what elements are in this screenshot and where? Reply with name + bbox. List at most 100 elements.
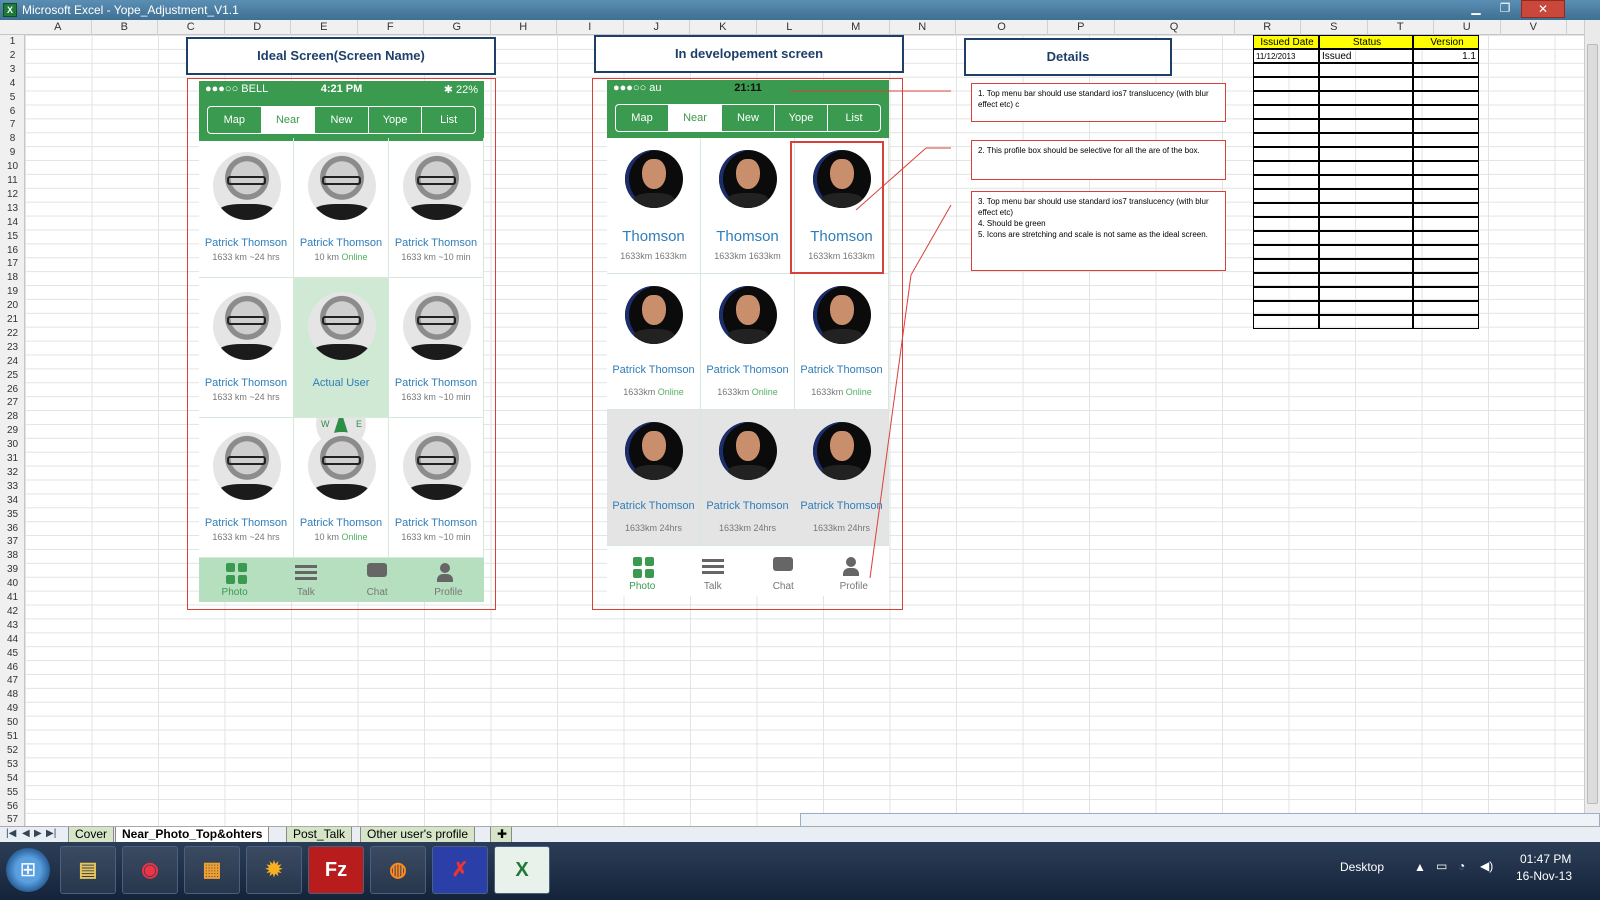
profile-cell[interactable]: Thomson 1633km 1633km bbox=[701, 138, 795, 274]
issue-table-empty-cell[interactable] bbox=[1253, 119, 1319, 133]
issue-table-empty-cell[interactable] bbox=[1319, 245, 1413, 259]
issue-table-empty-cell[interactable] bbox=[1413, 77, 1479, 91]
row-header[interactable]: 32 bbox=[0, 466, 25, 480]
profile-cell[interactable]: Patrick Thomson 1633 km ~10 min bbox=[389, 138, 484, 278]
column-header[interactable]: T bbox=[1368, 20, 1434, 35]
issue-table-empty-cell[interactable] bbox=[1319, 301, 1413, 315]
row-header[interactable]: 18 bbox=[0, 271, 25, 285]
column-header[interactable]: U bbox=[1434, 20, 1501, 35]
first-sheet-arrow-icon[interactable]: |◀ bbox=[6, 828, 16, 839]
column-header[interactable]: L bbox=[757, 20, 823, 35]
row-header[interactable]: 29 bbox=[0, 424, 25, 438]
profile-cell[interactable]: Patrick Thomson 1633km Online bbox=[701, 274, 795, 410]
row-header[interactable]: 40 bbox=[0, 577, 25, 591]
apps-grid-icon[interactable]: ▦ bbox=[184, 846, 240, 894]
segment-tab-map[interactable]: Map bbox=[616, 105, 669, 131]
issue-table-empty-cell[interactable] bbox=[1253, 77, 1319, 91]
issue-table-empty-cell[interactable] bbox=[1319, 133, 1413, 147]
segment-tab-near[interactable]: Near bbox=[669, 105, 722, 131]
issue-table-empty-cell[interactable] bbox=[1253, 217, 1319, 231]
row-header[interactable]: 30 bbox=[0, 438, 25, 452]
row-header[interactable]: 41 bbox=[0, 591, 25, 605]
row-header[interactable]: 1 bbox=[0, 35, 25, 49]
row-header[interactable]: 37 bbox=[0, 535, 25, 549]
segment-tab-yope[interactable]: Yope bbox=[775, 105, 828, 131]
issue-table-empty-cell[interactable] bbox=[1413, 63, 1479, 77]
issue-table-empty-cell[interactable] bbox=[1413, 315, 1479, 329]
issue-table-empty-cell[interactable] bbox=[1319, 161, 1413, 175]
issue-table-empty-cell[interactable] bbox=[1413, 119, 1479, 133]
issue-table-empty-cell[interactable] bbox=[1413, 203, 1479, 217]
row-header[interactable]: 24 bbox=[0, 355, 25, 369]
issue-table-cell[interactable]: 11/12/2013 bbox=[1253, 49, 1319, 63]
network-icon[interactable]: ▭ bbox=[1436, 859, 1447, 873]
row-header[interactable]: 17 bbox=[0, 257, 25, 271]
issue-table-empty-cell[interactable] bbox=[1413, 245, 1479, 259]
issue-table-empty-cell[interactable] bbox=[1413, 231, 1479, 245]
issue-table-cell[interactable]: Issued bbox=[1319, 49, 1413, 63]
row-header[interactable]: 54 bbox=[0, 772, 25, 786]
close-button[interactable]: ✕ bbox=[1521, 0, 1565, 18]
row-header[interactable]: 9 bbox=[0, 146, 25, 160]
bottom-tab-profile[interactable]: Profile bbox=[819, 552, 890, 596]
row-header[interactable]: 52 bbox=[0, 744, 25, 758]
row-header[interactable]: 45 bbox=[0, 647, 25, 661]
row-header[interactable]: 49 bbox=[0, 702, 25, 716]
volume-icon[interactable]: ◀) bbox=[1480, 859, 1493, 873]
sheet-tab-post-talk[interactable]: Post_Talk bbox=[286, 827, 353, 843]
issue-table-empty-cell[interactable] bbox=[1413, 217, 1479, 231]
profile-cell[interactable]: Patrick Thomson 1633 km ~24 hrs bbox=[199, 278, 294, 418]
row-header[interactable]: 56 bbox=[0, 800, 25, 814]
desktop-toolbar-label[interactable]: Desktop bbox=[1340, 860, 1384, 874]
column-header[interactable]: J bbox=[624, 20, 690, 35]
issue-table-empty-cell[interactable] bbox=[1253, 203, 1319, 217]
row-header[interactable]: 4 bbox=[0, 77, 25, 91]
row-header[interactable]: 7 bbox=[0, 118, 25, 132]
profile-cell[interactable]: Patrick Thomson 1633km Online bbox=[795, 274, 889, 410]
row-header[interactable]: 35 bbox=[0, 508, 25, 522]
column-header[interactable]: E bbox=[291, 20, 358, 35]
bottom-tab-talk[interactable]: Talk bbox=[270, 558, 341, 602]
row-header[interactable]: 47 bbox=[0, 674, 25, 688]
issue-table-empty-cell[interactable] bbox=[1253, 189, 1319, 203]
segment-tab-near[interactable]: Near bbox=[261, 107, 316, 133]
sheet-tab-near-photo[interactable]: Near_Photo_Top&ohters bbox=[115, 827, 270, 843]
column-header[interactable]: P bbox=[1048, 20, 1115, 35]
row-header[interactable]: 5 bbox=[0, 91, 25, 105]
tray-up-arrow-icon[interactable]: ▲ bbox=[1414, 860, 1426, 874]
column-header[interactable]: Q bbox=[1115, 20, 1235, 35]
issue-table-empty-cell[interactable] bbox=[1319, 63, 1413, 77]
row-header[interactable]: 39 bbox=[0, 563, 25, 577]
bottom-tab-talk[interactable]: Talk bbox=[678, 552, 749, 596]
column-header[interactable]: B bbox=[92, 20, 158, 35]
sheet-tab-cover[interactable]: Cover bbox=[68, 827, 115, 843]
issue-table-empty-cell[interactable] bbox=[1253, 259, 1319, 273]
segment-tab-list[interactable]: List bbox=[422, 107, 475, 133]
column-header[interactable]: N bbox=[890, 20, 956, 35]
minimize-button[interactable]: ▁ bbox=[1463, 0, 1489, 18]
row-header[interactable]: 44 bbox=[0, 633, 25, 647]
issue-table-empty-cell[interactable] bbox=[1319, 231, 1413, 245]
segment-tab-list[interactable]: List bbox=[828, 105, 880, 131]
column-header[interactable]: K bbox=[690, 20, 757, 35]
row-header[interactable]: 2 bbox=[0, 49, 25, 63]
issue-table-empty-cell[interactable] bbox=[1413, 189, 1479, 203]
segment-tab-new[interactable]: New bbox=[722, 105, 775, 131]
new-sheet-icon[interactable]: ✚ bbox=[490, 827, 512, 843]
issue-table-empty-cell[interactable] bbox=[1319, 189, 1413, 203]
vertical-scrollbar[interactable] bbox=[1584, 20, 1600, 841]
issue-table-empty-cell[interactable] bbox=[1253, 91, 1319, 105]
column-header[interactable]: D bbox=[225, 20, 291, 35]
row-header[interactable]: 6 bbox=[0, 105, 25, 119]
row-header[interactable]: 14 bbox=[0, 216, 25, 230]
sheet-tab-other-profile[interactable]: Other user's profile bbox=[360, 827, 475, 843]
last-sheet-arrow-icon[interactable]: ▶| bbox=[46, 828, 56, 839]
row-header[interactable]: 36 bbox=[0, 522, 25, 536]
bottom-tab-photo[interactable]: Photo bbox=[607, 552, 678, 596]
filezilla-icon[interactable]: Fz bbox=[308, 846, 364, 894]
issue-table-empty-cell[interactable] bbox=[1253, 315, 1319, 329]
dev-segment-control[interactable]: Map Near New Yope List bbox=[615, 104, 881, 132]
issue-table-empty-cell[interactable] bbox=[1413, 287, 1479, 301]
row-header[interactable]: 34 bbox=[0, 494, 25, 508]
issue-table-header[interactable]: Issued Date bbox=[1253, 35, 1319, 49]
